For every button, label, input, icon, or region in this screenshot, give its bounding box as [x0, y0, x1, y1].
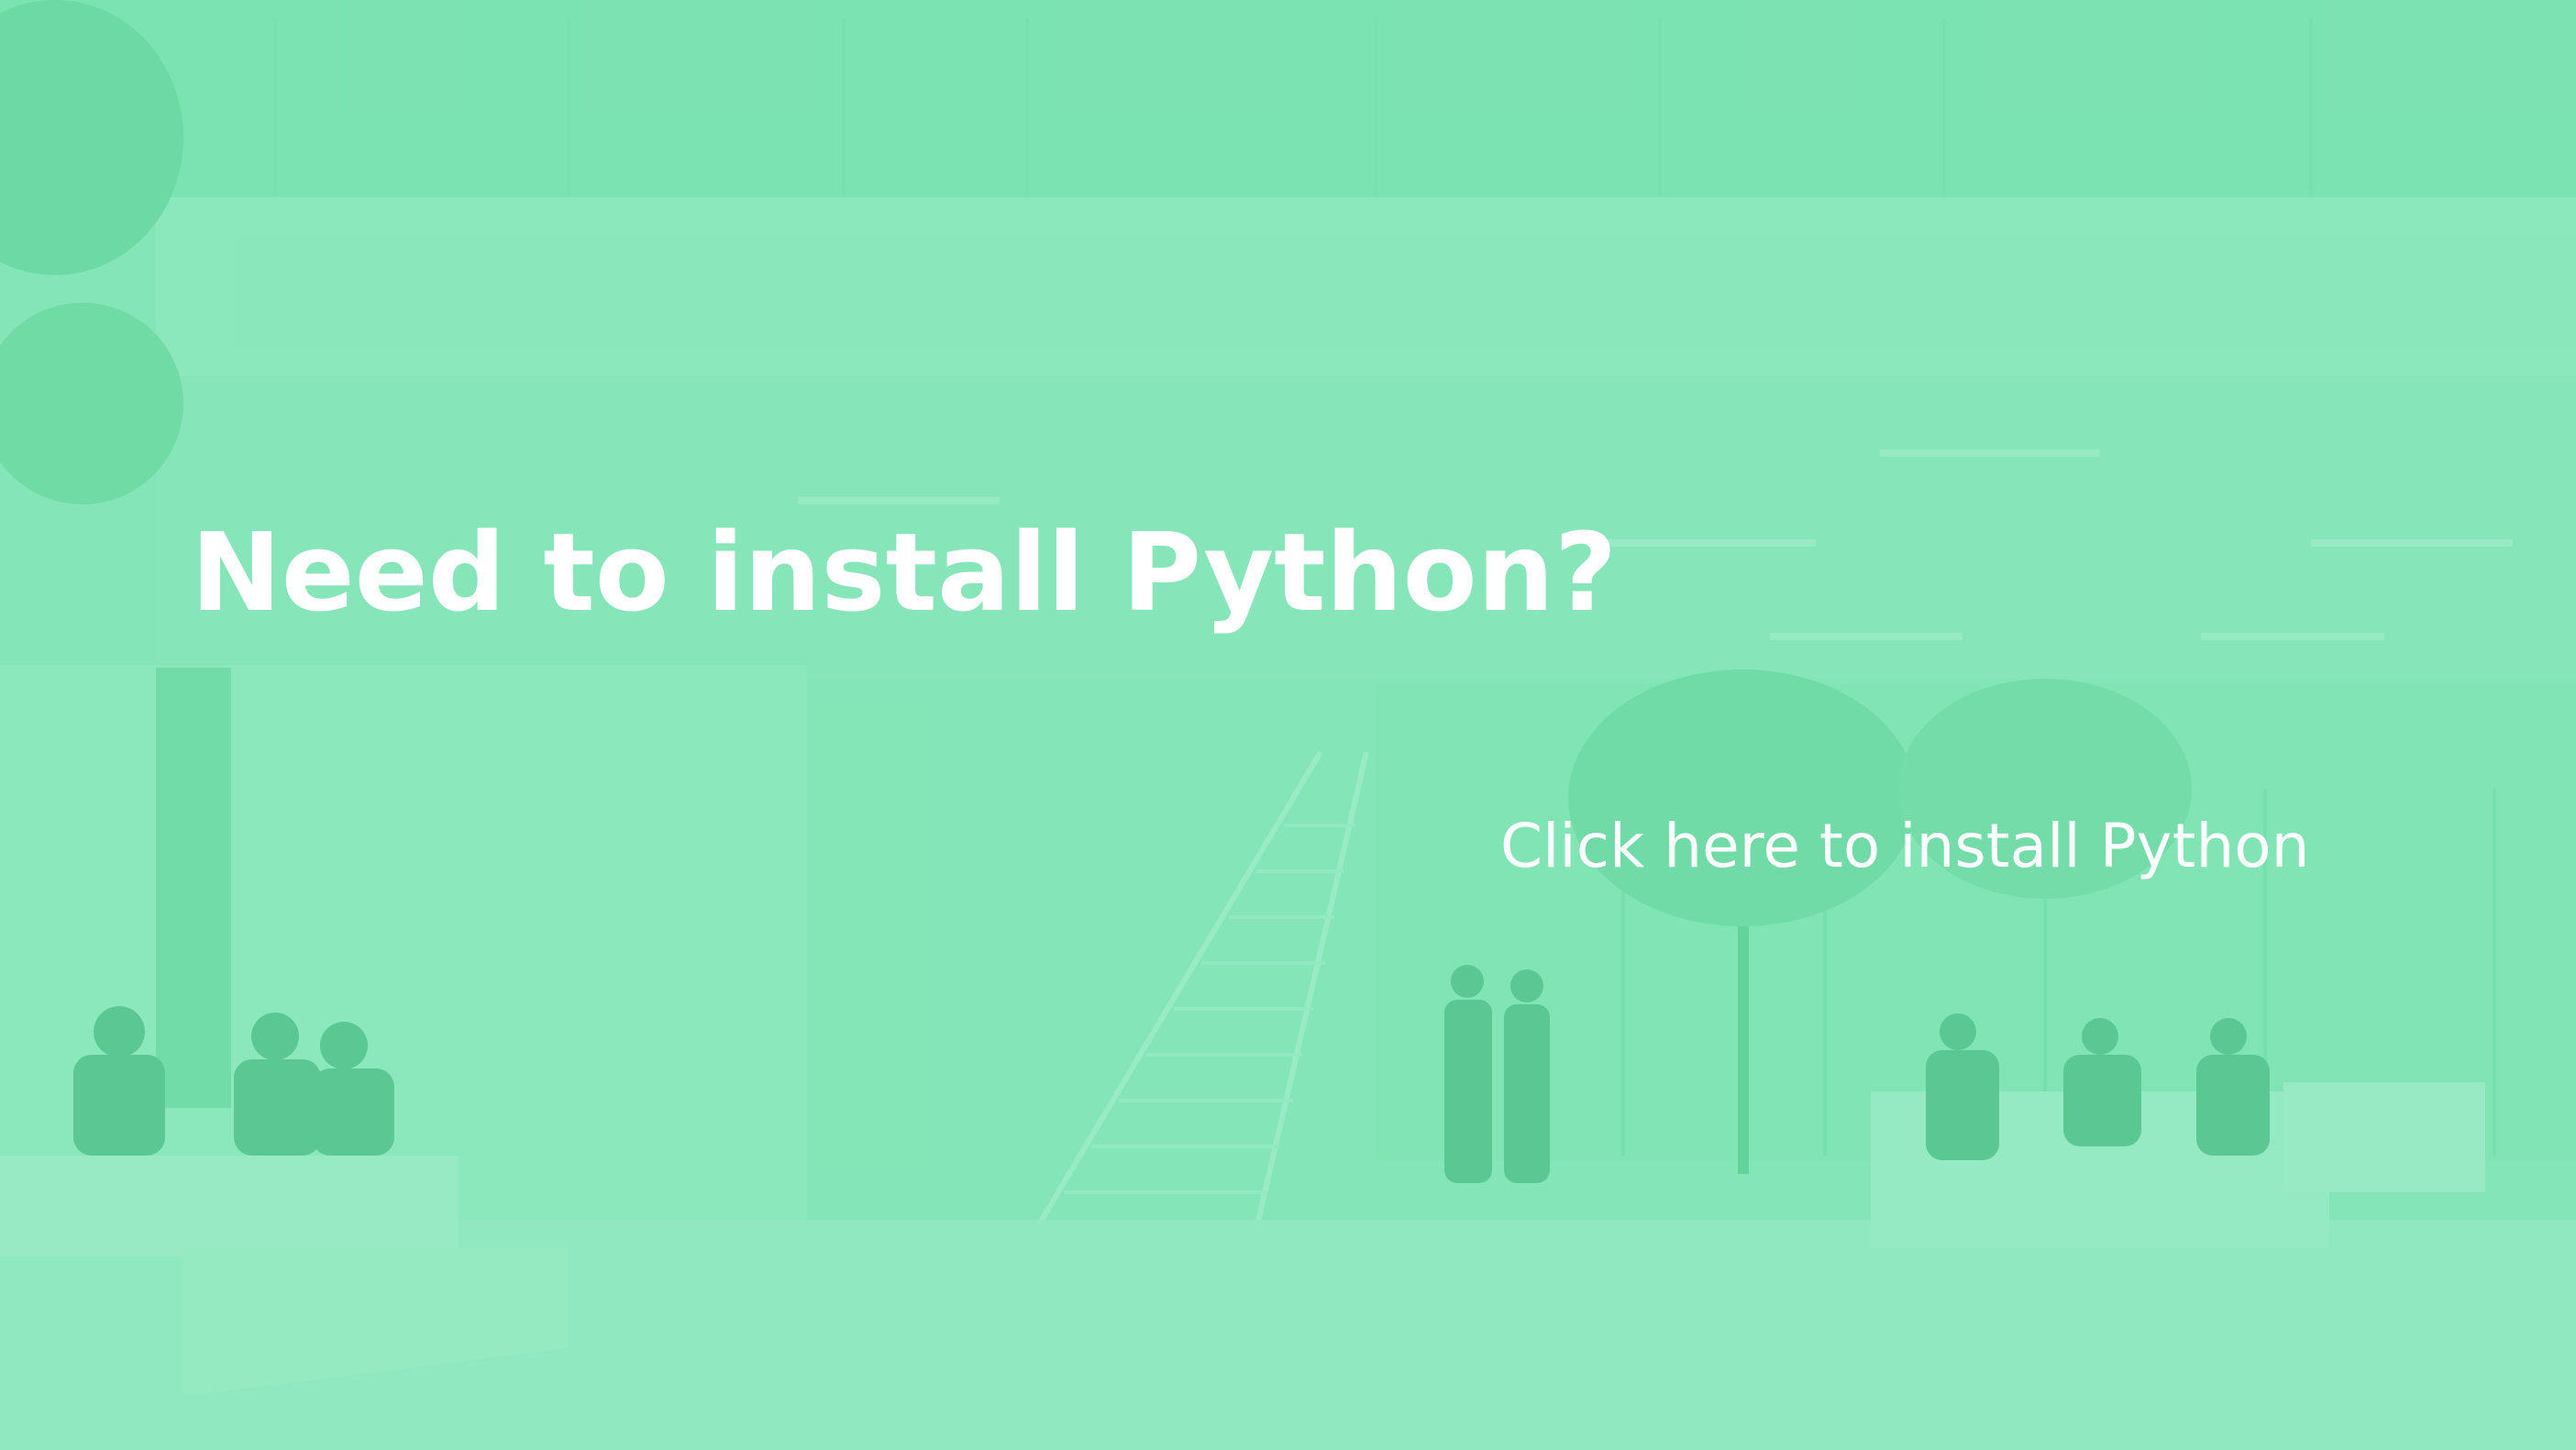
page-headline: Need to install Python?	[191, 509, 1618, 636]
install-python-link[interactable]: Click here to install Python	[1500, 811, 2310, 881]
green-tint-overlay	[0, 0, 2576, 1450]
hero-banner: Need to install Python? Click here to in…	[0, 0, 2576, 1450]
